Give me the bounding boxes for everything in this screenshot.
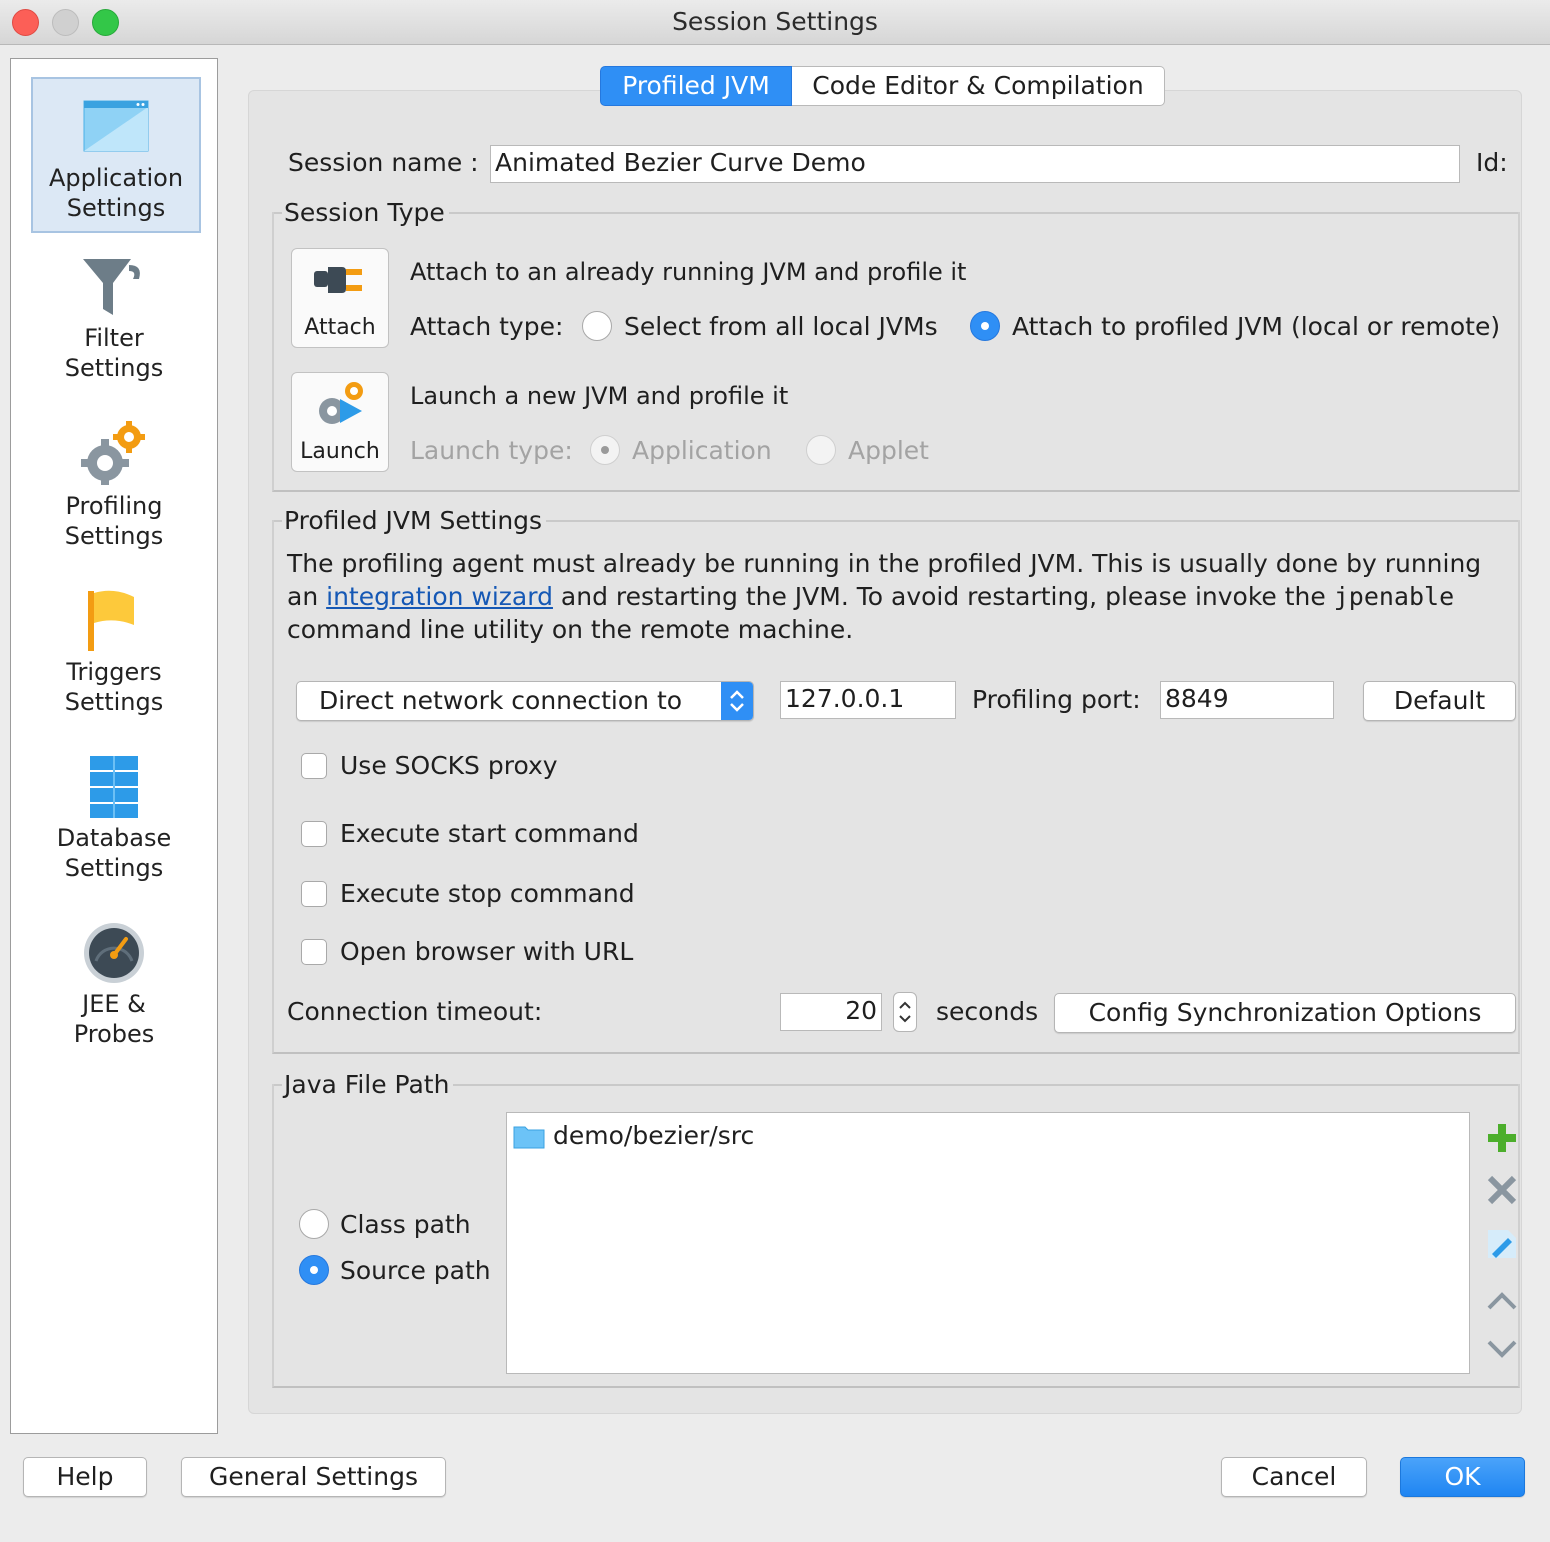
application-window-icon [83, 100, 149, 152]
sidebar-item-application-settings[interactable]: Application Settings [31, 77, 201, 233]
timeout-unit-label: seconds [936, 997, 1039, 1026]
path-list[interactable]: demo/bezier/src [506, 1112, 1470, 1374]
gears-icon [81, 421, 145, 485]
launch-gears-icon [319, 382, 363, 424]
sidebar-item-label: Settings [64, 354, 164, 382]
connection-type-select[interactable]: Direct network connection to [296, 681, 754, 721]
attach-button-label: Attach [304, 315, 376, 340]
window-title: Session Settings [672, 7, 878, 36]
connection-timeout-input[interactable]: 20 [780, 993, 882, 1031]
java-file-path-title: Java File Path [282, 1070, 454, 1099]
session-id-label: Id: [1476, 148, 1508, 177]
use-socks-proxy-checkbox[interactable] [301, 753, 327, 779]
sidebar-item-label: Settings [66, 194, 166, 222]
launch-button[interactable]: Launch [291, 372, 389, 472]
select-all-local-jvms-label[interactable]: Select from all local JVMs [624, 312, 938, 341]
sidebar-item-label: Settings [64, 522, 164, 550]
funnel-icon [83, 259, 140, 315]
launch-applet-label[interactable]: Applet [848, 436, 929, 465]
move-up-icon[interactable] [1486, 1286, 1518, 1314]
agent-info-line1: The profiling agent must already be runn… [287, 549, 1482, 578]
sidebar-item-filter-settings[interactable]: Filter Settings [31, 257, 197, 397]
source-path-label[interactable]: Source path [340, 1256, 491, 1285]
timeout-stepper[interactable] [893, 992, 917, 1032]
agent-info-line3: command line utility on the remote machi… [287, 615, 854, 644]
stepper-arrows-icon [899, 1001, 911, 1023]
open-browser-url-checkbox[interactable] [301, 939, 327, 965]
class-path-radio[interactable] [299, 1209, 329, 1239]
config-sync-options-button[interactable]: Config Synchronization Options [1054, 993, 1516, 1033]
sidebar-item-database-settings[interactable]: Database Settings [31, 755, 197, 895]
remove-icon[interactable] [1486, 1174, 1518, 1206]
path-entry-text: demo/bezier/src [553, 1121, 755, 1150]
host-input[interactable]: 127.0.0.1 [780, 681, 956, 719]
select-all-local-jvms-radio[interactable] [582, 311, 612, 341]
profiled-jvm-settings-title: Profiled JVM Settings [282, 506, 547, 535]
tab-code-editor-compilation[interactable]: Code Editor & Compilation [792, 66, 1165, 106]
general-settings-button[interactable]: General Settings [181, 1457, 446, 1497]
settings-sidebar: Application Settings Filter Settings Pro… [10, 58, 218, 1434]
default-port-button[interactable]: Default [1363, 681, 1516, 721]
session-name-label: Session name : [288, 148, 479, 177]
attach-profiled-jvm-radio[interactable] [970, 311, 1000, 341]
move-down-icon[interactable] [1486, 1336, 1518, 1364]
sidebar-item-profiling-settings[interactable]: Profiling Settings [31, 421, 197, 561]
folder-icon [513, 1126, 545, 1149]
launch-applet-radio[interactable] [806, 435, 836, 465]
sidebar-item-label: Application [48, 164, 184, 192]
help-button[interactable]: Help [23, 1457, 147, 1497]
sidebar-item-label: Probes [73, 1020, 155, 1048]
open-browser-url-label[interactable]: Open browser with URL [340, 937, 633, 966]
sidebar-item-label: Triggers [66, 658, 162, 686]
launch-description: Launch a new JVM and profile it [410, 382, 789, 410]
attach-button[interactable]: Attach [291, 248, 389, 348]
sidebar-item-label: Settings [64, 688, 164, 716]
flag-icon [88, 590, 134, 651]
jpenable-code: jpenable [1333, 582, 1455, 611]
sidebar-item-triggers-settings[interactable]: Triggers Settings [31, 589, 197, 729]
ok-button[interactable]: OK [1400, 1457, 1525, 1497]
session-name-input[interactable]: Animated Bezier Curve Demo [490, 145, 1460, 183]
execute-start-command-checkbox[interactable] [301, 821, 327, 847]
profiling-port-input[interactable]: 8849 [1160, 681, 1334, 719]
attach-description: Attach to an already running JVM and pro… [410, 258, 967, 286]
edit-icon[interactable] [1486, 1228, 1518, 1260]
launch-application-radio[interactable] [590, 435, 620, 465]
attach-profiled-jvm-label[interactable]: Attach to profiled JVM (local or remote) [1012, 312, 1500, 341]
sidebar-item-label: JEE & [82, 990, 146, 1018]
plug-icon [314, 267, 362, 293]
tab-profiled-jvm[interactable]: Profiled JVM [600, 66, 792, 106]
database-icon [90, 756, 138, 818]
add-icon[interactable] [1486, 1122, 1518, 1154]
attach-type-label: Attach type: [410, 312, 564, 341]
class-path-label[interactable]: Class path [340, 1210, 471, 1239]
chevron-updown-icon [721, 682, 753, 720]
sidebar-item-label: Profiling [65, 492, 163, 520]
source-path-radio[interactable] [299, 1255, 329, 1285]
execute-stop-command-label[interactable]: Execute stop command [340, 879, 635, 908]
cancel-button[interactable]: Cancel [1221, 1457, 1367, 1497]
launch-type-label: Launch type: [410, 436, 573, 465]
connection-type-value: Direct network connection to [319, 686, 683, 715]
launch-application-label[interactable]: Application [632, 436, 772, 465]
sidebar-item-jee-probes[interactable]: JEE & Probes [31, 921, 197, 1061]
connection-timeout-label: Connection timeout: [287, 997, 543, 1026]
session-type-title: Session Type [282, 198, 449, 227]
use-socks-proxy-label[interactable]: Use SOCKS proxy [340, 751, 558, 780]
execute-stop-command-checkbox[interactable] [301, 881, 327, 907]
title-bar: Session Settings [0, 0, 1550, 45]
launch-button-label: Launch [300, 439, 380, 464]
sidebar-item-label: Database [56, 824, 172, 852]
integration-wizard-link[interactable]: integration wizard [326, 582, 553, 611]
execute-start-command-label[interactable]: Execute start command [340, 819, 639, 848]
sidebar-item-label: Settings [64, 854, 164, 882]
sidebar-item-label: Filter [84, 324, 144, 352]
gauge-icon [84, 923, 144, 983]
agent-info-line2: an integration wizard and restarting the… [287, 582, 1455, 611]
profiling-port-label: Profiling port: [972, 685, 1141, 714]
